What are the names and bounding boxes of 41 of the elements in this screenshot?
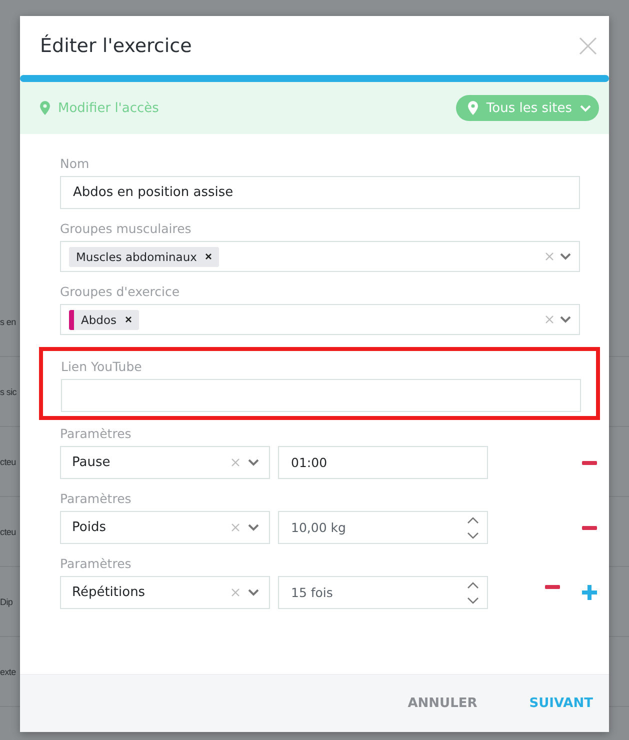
- select-value: Pause: [72, 455, 110, 470]
- dialog-title: Éditer l'exercice: [40, 34, 192, 56]
- field-label: Nom: [60, 156, 90, 171]
- row-text: cteu: [0, 526, 16, 536]
- location-pin-icon: [468, 101, 478, 115]
- row-text: Dip: [0, 596, 13, 606]
- value-input[interactable]: 01:00: [278, 446, 488, 479]
- parameter-select[interactable]: Poids: [60, 511, 270, 544]
- location-pin-icon: [40, 101, 50, 115]
- chevron-down-icon[interactable]: [560, 316, 571, 323]
- spinner-icon[interactable]: [467, 580, 479, 604]
- chevron-down-icon[interactable]: [248, 524, 259, 531]
- row-text: cteu: [0, 456, 16, 466]
- value-input[interactable]: 15 fois: [278, 576, 488, 609]
- spinner-icon[interactable]: [467, 516, 479, 540]
- field-label: Groupes d'exercice: [60, 284, 181, 299]
- multi-select[interactable]: Muscles abdominaux: [60, 241, 580, 272]
- remove-icon[interactable]: [124, 316, 132, 323]
- chevron-down-icon[interactable]: [560, 253, 571, 260]
- field-label: Paramètres: [60, 556, 132, 571]
- youtube-input[interactable]: [61, 379, 581, 412]
- parameter-select[interactable]: Pause: [60, 446, 270, 479]
- chevron-down-icon[interactable]: [248, 589, 259, 596]
- select-value: Poids: [72, 520, 106, 535]
- row-text: s en: [0, 316, 16, 326]
- field-label: Groupes musculaires: [60, 221, 192, 236]
- field-label: Paramètres: [60, 491, 132, 506]
- value-input[interactable]: 10,00 kg: [278, 511, 488, 544]
- tag-label: Muscles abdominaux: [76, 250, 197, 264]
- field-label: Paramètres: [60, 426, 132, 441]
- select-value: Répétitions: [72, 585, 146, 600]
- field-label: Lien YouTube: [61, 359, 143, 374]
- name-input[interactable]: Abdos en position assise: [60, 176, 580, 209]
- parameter-select[interactable]: Répétitions: [60, 576, 270, 609]
- multi-select[interactable]: Abdos: [60, 304, 580, 335]
- add-icon[interactable]: [582, 585, 597, 600]
- row-text: exte: [0, 666, 16, 676]
- tag-label: Abdos: [81, 312, 116, 326]
- row-text: s sic: [0, 386, 17, 396]
- remove-icon[interactable]: [204, 253, 212, 260]
- chevron-down-icon[interactable]: [248, 459, 259, 466]
